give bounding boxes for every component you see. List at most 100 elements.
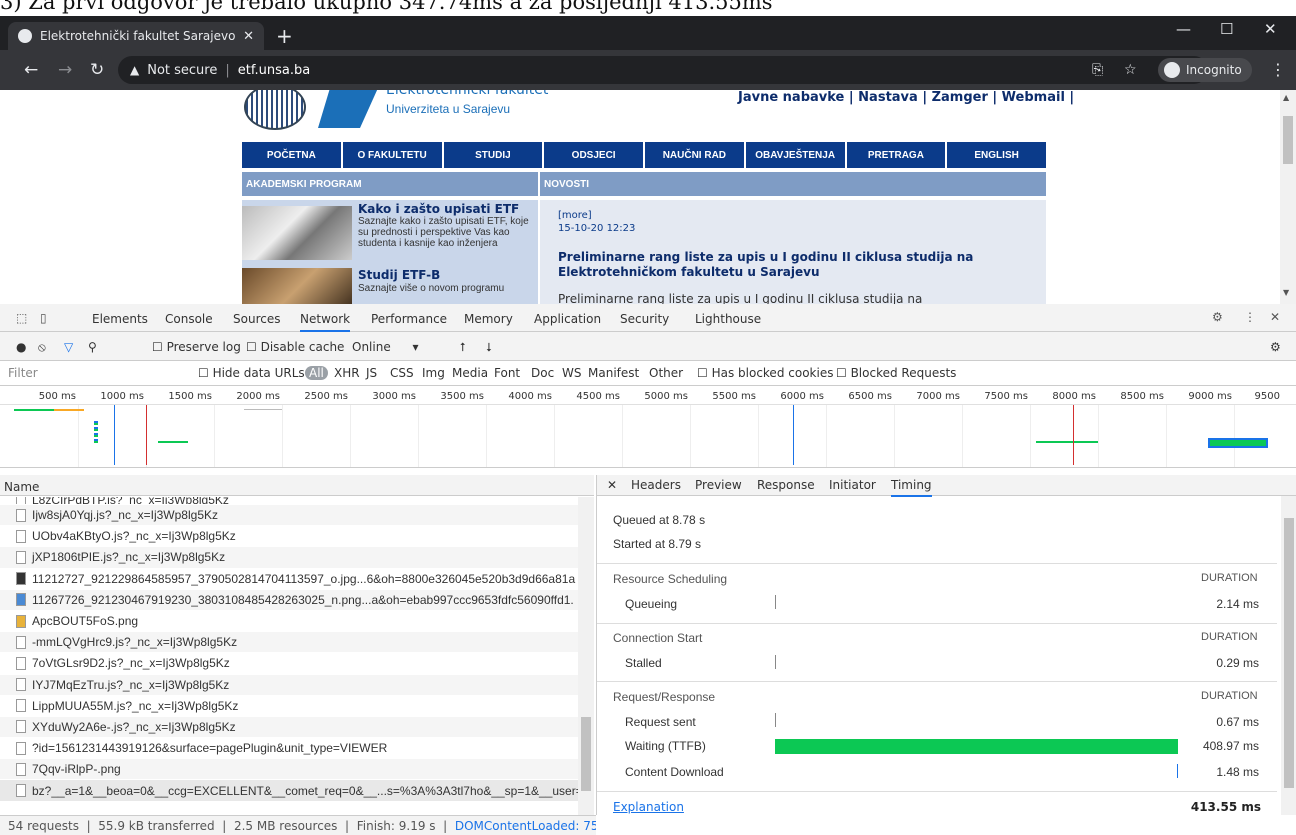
request-row[interactable]: ?id=1561231443919126&surface=pagePlugin&… [0,738,578,760]
filter-manifest[interactable]: Manifest [588,366,639,380]
throttle-select[interactable]: Online ▾ [352,340,419,354]
filter-input[interactable]: Filter [8,366,38,380]
close-tab-icon[interactable]: ✕ [243,29,254,44]
queueing-label: Queueing [625,597,678,611]
tab-performance[interactable]: Performance [371,312,447,326]
tab-application[interactable]: Application [534,312,601,326]
bookmark-star-icon[interactable]: ☆ [1124,62,1137,78]
more-options-icon[interactable]: ⋮ [1244,310,1256,324]
tab-network[interactable]: Network [300,312,351,332]
request-row[interactable]: XYduWy2A6e-.js?_nc_x=Ij3Wp8lg5Kz [0,716,578,739]
filter-js[interactable]: JS [366,366,377,380]
request-list-scrollbar[interactable] [578,497,594,815]
nav-english[interactable]: ENGLISH [947,142,1046,168]
browser-tab[interactable]: Elektrotehnički fakultet Sarajevo ✕ [8,22,264,50]
network-overview[interactable] [0,405,1296,468]
request-row[interactable]: L8zCIrPdBTP.js?_nc_x=Ij3Wp8lg5Kz [0,497,578,505]
filter-css[interactable]: CSS [390,366,414,380]
nav-odsjeci[interactable]: ODSJECI [544,142,643,168]
address-bar[interactable]: ▲ Not secure | etf.unsa.ba [118,56,1208,84]
detail-scroll-thumb[interactable] [1284,518,1294,788]
filter-other[interactable]: Other [649,366,683,380]
inspect-icon[interactable]: ⬚ [16,311,27,325]
export-har-icon[interactable]: ⭣ [486,340,492,355]
page-scrollbar[interactable]: ▲ ▼ [1280,90,1296,304]
new-tab-button[interactable]: + [276,24,293,48]
request-row[interactable]: 7oVtGLsr9D2.js?_nc_x=Ij3Wp8lg5Kz [0,653,578,675]
clear-icon[interactable]: ⦸ [38,340,46,355]
request-row[interactable]: 11267726_921230467919230_380310848542826… [0,589,578,611]
translate-icon[interactable]: ⎘ [1092,62,1103,78]
filter-xhr[interactable]: XHR [334,366,360,380]
filter-ws[interactable]: WS [562,366,581,380]
kebab-menu-icon[interactable]: ⋮ [1270,60,1286,79]
top-links[interactable]: Javne nabavke | Nastava | Zamger | Webma… [738,90,1074,105]
explanation-link[interactable]: Explanation [613,800,684,814]
request-row[interactable]: Ijw8sjA0Yqj.js?_nc_x=Ij3Wp8lg5Kz [0,505,578,527]
tab-headers[interactable]: Headers [631,478,681,492]
hide-data-urls-checkbox[interactable]: ☐ Hide data URLs [198,366,305,380]
tab-timing[interactable]: Timing [891,478,932,497]
request-row[interactable]: ApcBOUT5FoS.png [0,611,578,633]
maximize-icon[interactable]: ☐ [1220,20,1233,38]
preserve-log-checkbox[interactable]: ☐ Preserve log [152,340,241,354]
tab-preview[interactable]: Preview [695,478,742,492]
filter-doc[interactable]: Doc [531,366,554,380]
tab-security[interactable]: Security [620,312,669,326]
import-har-icon[interactable]: ⭡ [460,340,466,355]
more-link[interactable]: [more] [558,210,592,221]
filter-all[interactable]: All [305,366,328,380]
request-row[interactable]: -mmLQVgHrc9.js?_nc_x=Ij3Wp8lg5Kz [0,632,578,654]
reload-icon[interactable]: ↻ [90,60,104,80]
request-row[interactable]: IYJ7MqEzTru.js?_nc_x=Ij3Wp8lg5Kz [0,674,578,696]
back-icon[interactable]: ← [24,60,38,80]
network-settings-icon[interactable]: ⚙ [1270,340,1281,354]
search-icon[interactable]: ⚲ [88,340,97,354]
tab-initiator[interactable]: Initiator [829,478,876,492]
content-download-value: 1.48 ms [1216,765,1259,779]
news-title[interactable]: Preliminarne rang liste za upis u I godi… [558,250,1018,280]
blocked-requests-checkbox[interactable]: ☐ Blocked Requests [836,366,956,380]
disable-cache-checkbox[interactable]: ☐ Disable cache [246,340,344,354]
record-icon[interactable]: ● [16,340,26,354]
request-list-scroll-thumb[interactable] [581,717,591,791]
nav-pretraga[interactable]: PRETRAGA [846,142,946,168]
scroll-down-icon[interactable]: ▼ [1283,288,1289,297]
filter-icon[interactable]: ▽ [64,340,73,354]
close-detail-icon[interactable]: ✕ [607,478,617,492]
nav-obavjestenja[interactable]: OBAVJEŠTENJA [745,142,845,168]
program-item-title[interactable]: Studij ETF-B [358,268,440,282]
device-toolbar-icon[interactable]: ▯ [40,311,47,325]
nav-o-fakultetu[interactable]: O FAKULTETU [342,142,442,168]
tab-response[interactable]: Response [757,478,815,492]
nav-naucni-rad[interactable]: NAUČNI RAD [645,142,744,168]
tab-console[interactable]: Console [165,312,213,326]
forward-icon[interactable]: → [58,60,72,80]
close-window-icon[interactable]: ✕ [1264,20,1277,38]
settings-gear-icon[interactable]: ⚙ [1212,310,1223,324]
blocked-cookies-checkbox[interactable]: ☐ Has blocked cookies [697,366,833,380]
nav-pocetna[interactable]: POČETNA [242,142,341,168]
incognito-badge[interactable]: Incognito [1158,58,1252,82]
request-row[interactable]: UObv4aKBtyO.js?_nc_x=Ij3Wp8lg5Kz [0,526,578,548]
filter-media[interactable]: Media [452,366,488,380]
request-row[interactable]: 11212727_921229864585957_379050281470411… [0,569,578,590]
scroll-up-icon[interactable]: ▲ [1283,93,1289,102]
request-row-selected[interactable]: bz?__a=1&__beoa=0&__ccg=EXCELLENT&__come… [0,780,578,802]
minimize-icon[interactable]: — [1176,20,1191,38]
request-row[interactable]: jXP1806tPIE.js?_nc_x=Ij3Wp8lg5Kz [0,547,578,569]
tab-memory[interactable]: Memory [464,312,513,326]
detail-scrollbar[interactable] [1281,496,1296,815]
name-column-header[interactable]: Name [0,475,594,496]
request-row[interactable]: 7Qqv-iRlpP-.png [0,759,578,781]
close-devtools-icon[interactable]: ✕ [1270,310,1280,324]
program-item-title[interactable]: Kako i zašto upisati ETF [358,202,519,216]
filter-img[interactable]: Img [422,366,445,380]
tab-elements[interactable]: Elements [92,312,148,326]
tab-sources[interactable]: Sources [233,312,280,326]
request-row[interactable]: LippMUUA55M.js?_nc_x=Ij3Wp8lg5Kz [0,696,578,717]
nav-studij[interactable]: STUDIJ [443,142,543,168]
filter-font[interactable]: Font [494,366,520,380]
tab-lighthouse[interactable]: Lighthouse [695,312,761,326]
page-scroll-thumb[interactable] [1283,116,1293,164]
